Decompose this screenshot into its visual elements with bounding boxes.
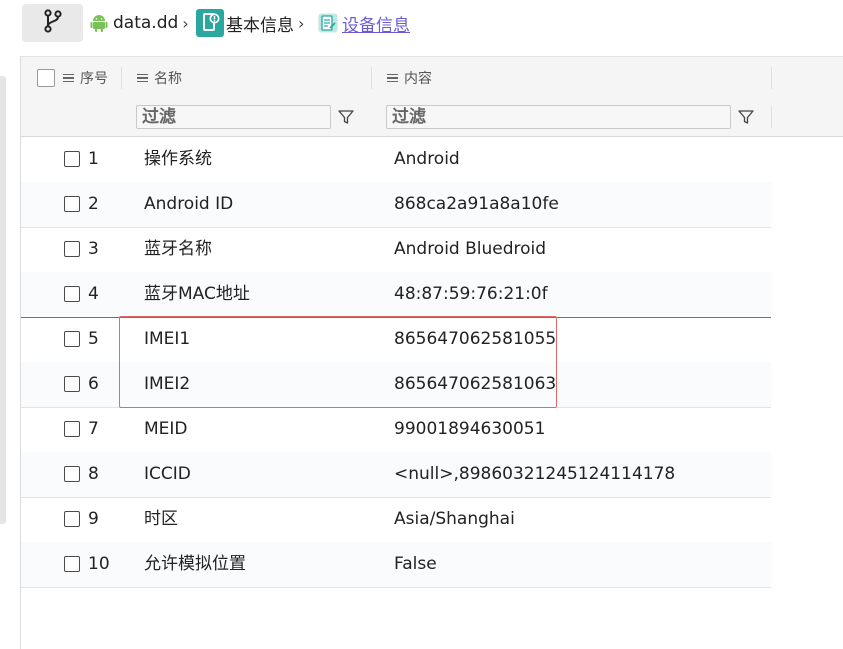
grid-header: 序号 名称 内容	[21, 56, 843, 100]
table-row[interactable]: 3 蓝牙名称 Android Bluedroid	[21, 227, 771, 273]
content-filter-input[interactable]: 过滤	[386, 105, 731, 129]
row-index: 8	[88, 464, 99, 484]
row-content: 865647062581055	[394, 329, 557, 349]
header-name-label: 名称	[154, 71, 182, 87]
table-row[interactable]: 4 蓝牙MAC地址 48:87:59:76:21:0f	[21, 272, 771, 318]
row-content: Android	[394, 149, 460, 169]
filter-icon[interactable]	[338, 109, 354, 125]
row-content: Asia/Shanghai	[394, 509, 515, 529]
header-content-label: 内容	[404, 71, 432, 87]
row-name: Android ID	[144, 194, 234, 214]
device-doc-icon	[318, 13, 338, 33]
breadcrumb-label-current: 设备信息	[342, 15, 410, 36]
row-index: 6	[88, 374, 99, 394]
column-menu-icon[interactable]	[387, 72, 398, 85]
row-checkbox[interactable]	[64, 151, 80, 167]
row-checkbox[interactable]	[64, 466, 80, 482]
row-name: 蓝牙MAC地址	[144, 284, 250, 304]
header-index-label: 序号	[80, 71, 108, 87]
breadcrumb-label: data.dd	[113, 13, 179, 33]
android-icon	[90, 13, 108, 33]
name-filter-input[interactable]: 过滤	[136, 105, 331, 129]
device-info-grid: 序号 名称 内容 过滤 过滤 1 操作系统 Android 2 Android …	[20, 56, 843, 649]
table-row[interactable]: 7 MEID 99001894630051	[21, 407, 771, 453]
breadcrumb-item-data[interactable]: data.dd ›	[90, 10, 189, 36]
column-divider[interactable]	[771, 67, 772, 89]
row-index: 3	[88, 239, 99, 259]
row-content: False	[394, 554, 437, 574]
table-row[interactable]: 9 时区 Asia/Shanghai	[21, 497, 771, 543]
row-name: 时区	[144, 509, 178, 529]
row-name: ICCID	[144, 464, 191, 484]
branch-icon	[42, 9, 64, 37]
table-row[interactable]: 6 IMEI2 865647062581063	[21, 362, 771, 408]
row-name: 操作系统	[144, 149, 212, 169]
table-row[interactable]: 2 Android ID 868ca2a91a8a10fe	[21, 182, 771, 228]
info-doc-icon	[196, 9, 224, 37]
table-row[interactable]: 8 ICCID <null>,89860321245124114178	[21, 452, 771, 498]
row-checkbox[interactable]	[64, 286, 80, 302]
row-checkbox[interactable]	[64, 421, 80, 437]
select-all-checkbox[interactable]	[37, 69, 55, 87]
row-index: 10	[88, 554, 110, 574]
row-name: 允许模拟位置	[144, 554, 246, 574]
row-index: 1	[88, 149, 99, 169]
chevron-right-icon: ›	[182, 13, 189, 33]
row-checkbox[interactable]	[64, 241, 80, 257]
row-content: 48:87:59:76:21:0f	[394, 284, 548, 304]
column-menu-icon[interactable]	[137, 72, 148, 85]
breadcrumb-item-device-info[interactable]: 设备信息	[318, 10, 410, 36]
row-name: MEID	[144, 419, 188, 439]
row-index: 9	[88, 509, 99, 529]
column-divider	[771, 106, 772, 128]
breadcrumb-item-basic-info[interactable]: 基本信息 ›	[196, 9, 305, 37]
row-checkbox[interactable]	[64, 196, 80, 212]
row-name: 蓝牙名称	[144, 239, 212, 259]
row-content: 868ca2a91a8a10fe	[394, 194, 559, 214]
left-scrollbar[interactable]	[0, 76, 6, 524]
row-index: 5	[88, 329, 99, 349]
header-index-cell[interactable]: 序号	[37, 57, 108, 99]
header-content-cell[interactable]: 内容	[387, 57, 432, 99]
column-divider[interactable]	[121, 67, 122, 89]
column-menu-icon[interactable]	[63, 72, 74, 85]
row-content: <null>,89860321245124114178	[394, 464, 676, 484]
table-row[interactable]: 1 操作系统 Android	[21, 137, 771, 183]
row-index: 4	[88, 284, 99, 304]
row-name: IMEI1	[144, 329, 191, 349]
filter-row: 过滤 过滤	[21, 98, 843, 137]
row-checkbox[interactable]	[64, 556, 80, 572]
row-content: Android Bluedroid	[394, 239, 547, 259]
row-name: IMEI2	[144, 374, 191, 394]
table-row[interactable]: 5 IMEI1 865647062581055	[21, 317, 771, 363]
row-checkbox[interactable]	[64, 331, 80, 347]
row-content: 99001894630051	[394, 419, 546, 439]
filter-icon[interactable]	[738, 109, 754, 125]
row-index: 7	[88, 419, 99, 439]
row-checkbox[interactable]	[64, 511, 80, 527]
header-name-cell[interactable]: 名称	[137, 57, 182, 99]
row-index: 2	[88, 194, 99, 214]
branch-button[interactable]	[22, 4, 83, 42]
table-row[interactable]: 10 允许模拟位置 False	[21, 542, 771, 588]
row-checkbox[interactable]	[64, 376, 80, 392]
column-divider[interactable]	[371, 67, 372, 89]
breadcrumb-label: 基本信息	[226, 15, 294, 36]
chevron-right-icon: ›	[298, 13, 305, 33]
breadcrumb-bar: data.dd › 基本信息 › 设备信息	[0, 0, 843, 46]
row-content: 865647062581063	[394, 374, 557, 394]
